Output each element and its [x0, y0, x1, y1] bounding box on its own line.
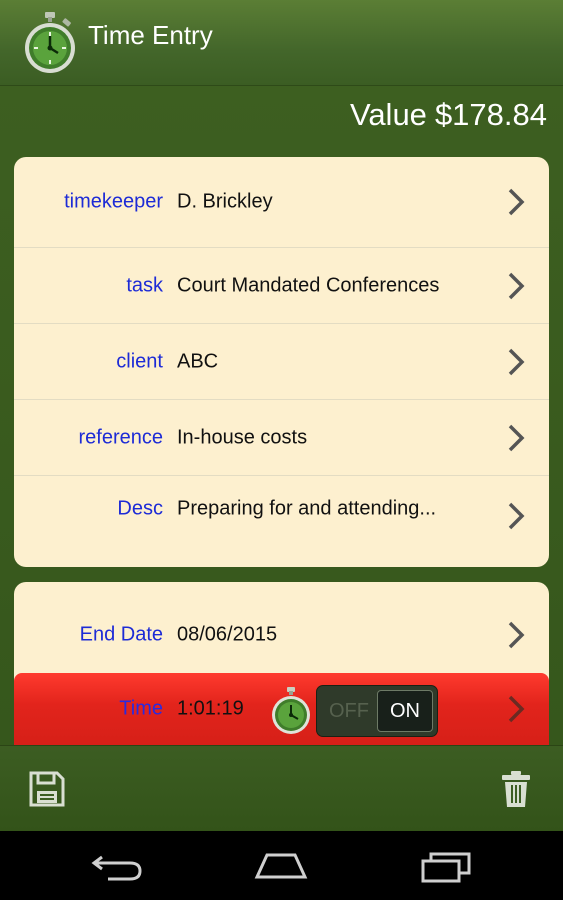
chevron-right-icon: [508, 502, 525, 530]
back-icon[interactable]: [88, 849, 148, 883]
details-card: timekeeper D. Brickley task Court Mandat…: [14, 157, 549, 567]
value-label: Value: [349, 97, 427, 132]
value-amount: $178.84: [434, 97, 547, 132]
app-screen: Time Entry Value $178.84 timekeeper D. Br…: [0, 0, 563, 900]
time-label: Time: [119, 697, 163, 719]
client-value: ABC: [177, 350, 219, 372]
time-value: 1:01:19: [177, 697, 244, 719]
row-client[interactable]: client ABC: [14, 324, 549, 400]
chevron-right-icon: [508, 621, 525, 648]
reference-value: In-house costs: [177, 426, 308, 448]
row-task[interactable]: task Court Mandated Conferences: [14, 248, 549, 324]
timekeeper-label: timekeeper: [64, 190, 163, 213]
timekeeper-value: D. Brickley: [177, 190, 273, 213]
chevron-right-icon: [508, 188, 525, 216]
end-date-value: 08/06/2015: [177, 623, 278, 645]
action-bar: [0, 745, 563, 831]
save-icon[interactable]: [29, 771, 65, 807]
row-end-date[interactable]: End Date 08/06/2015: [14, 582, 549, 673]
stopwatch-icon[interactable]: [22, 12, 78, 74]
trash-icon[interactable]: [501, 770, 531, 808]
title-bar: Time Entry: [0, 0, 563, 86]
client-label: client: [116, 350, 163, 372]
row-desc[interactable]: Desc Preparing for and attending...: [14, 476, 549, 542]
timing-card: End Date 08/06/2015 Time 1:01:19 OFF ON: [14, 582, 549, 752]
home-icon[interactable]: [251, 849, 311, 883]
value-display: Value $178.84: [342, 97, 547, 133]
end-date-label: End Date: [79, 623, 163, 645]
chevron-right-icon: [508, 695, 525, 722]
row-reference[interactable]: reference In-house costs: [14, 400, 549, 476]
chevron-right-icon: [508, 424, 525, 451]
app-title: Time Entry: [88, 20, 213, 50]
row-time[interactable]: Time 1:01:19 OFF ON: [14, 673, 549, 752]
toggle-on-option[interactable]: ON: [377, 689, 433, 732]
toggle-off-option[interactable]: OFF: [321, 690, 377, 732]
system-nav-bar: [0, 831, 563, 900]
chevron-right-icon: [508, 348, 525, 375]
desc-value: Preparing for and attending...: [177, 497, 437, 520]
timer-toggle[interactable]: OFF ON: [316, 684, 438, 737]
task-value: Court Mandated Conferences: [177, 274, 440, 296]
task-label: task: [126, 274, 163, 296]
desc-label: Desc: [117, 497, 163, 520]
chevron-right-icon: [508, 272, 525, 299]
recent-apps-icon[interactable]: [417, 849, 477, 883]
stopwatch-icon[interactable]: [269, 686, 313, 735]
row-timekeeper[interactable]: timekeeper D. Brickley: [14, 157, 549, 248]
reference-label: reference: [78, 426, 164, 448]
